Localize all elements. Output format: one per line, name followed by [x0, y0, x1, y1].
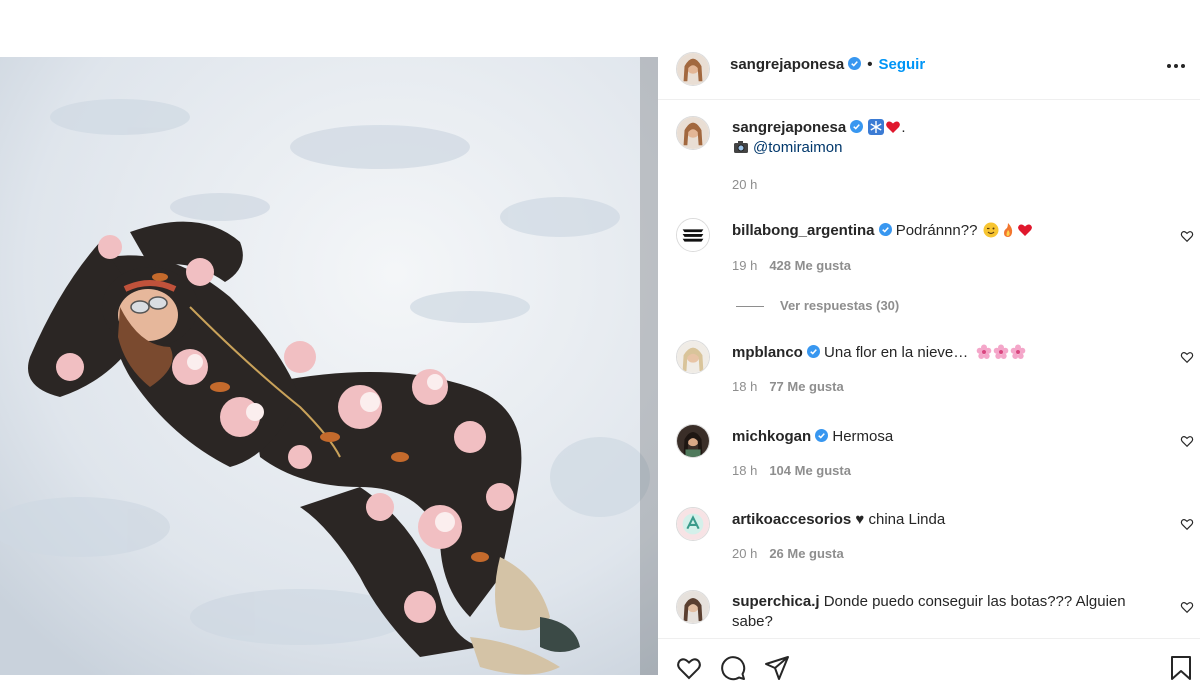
- comment-avatar[interactable]: [676, 340, 710, 374]
- more-options-icon[interactable]: [1166, 62, 1186, 70]
- winking-face-icon: [983, 222, 999, 238]
- verified-badge-icon: [848, 57, 862, 70]
- caption-avatar[interactable]: [676, 116, 710, 150]
- heart-icon[interactable]: [1180, 517, 1194, 531]
- cherry-blossom-icon: [994, 344, 1009, 359]
- heart-icon[interactable]: [1180, 434, 1194, 448]
- caption-text: sangrejaponesa . @tomiraimon: [732, 118, 1162, 158]
- comment-text: superchica.j Donde puedo conseguir las b…: [732, 592, 1152, 632]
- author-avatar[interactable]: [676, 52, 710, 86]
- comment-body: Hermosa: [832, 428, 894, 445]
- comment-username[interactable]: mpblanco: [732, 344, 803, 361]
- comment-text: michkogan Hermosa: [732, 427, 1162, 447]
- bookmark-icon[interactable]: [1168, 655, 1194, 681]
- comment-username[interactable]: billabong_argentina: [732, 222, 875, 239]
- caption-username[interactable]: sangrejaponesa: [732, 119, 846, 136]
- header-user-line: sangrejaponesa • Seguir: [730, 56, 925, 73]
- heart-icon[interactable]: [1180, 229, 1194, 243]
- post-photo[interactable]: [0, 57, 658, 675]
- comment-meta: 20 h 26 Me gusta: [732, 546, 844, 561]
- comment-likes[interactable]: 428 Me gusta: [769, 258, 851, 273]
- comment-time[interactable]: 18 h: [732, 379, 757, 394]
- red-heart-icon: [886, 121, 901, 133]
- comment-body: ♥ china Linda: [855, 511, 946, 528]
- comment-avatar[interactable]: [676, 590, 710, 624]
- cherry-blossom-icon: [977, 344, 992, 359]
- heart-icon[interactable]: [676, 655, 702, 681]
- comment-time[interactable]: 19 h: [732, 258, 757, 273]
- comment-username[interactable]: superchica.j: [732, 593, 820, 610]
- snowflake-icon: [868, 119, 885, 135]
- comment-avatar[interactable]: [676, 507, 710, 541]
- post-header: sangrejaponesa • Seguir: [658, 40, 1200, 100]
- comment-icon[interactable]: [720, 655, 746, 681]
- red-heart-icon: [1017, 224, 1032, 236]
- comment-text: mpblanco Una flor en la nieve…: [732, 343, 1162, 363]
- dot-separator: •: [867, 56, 873, 73]
- verified-badge-icon: [806, 345, 820, 358]
- comment-body: Podránnn??: [895, 222, 978, 239]
- comment-avatar[interactable]: [676, 218, 710, 252]
- comment-text: artikoaccesorios ♥ china Linda: [732, 510, 1162, 530]
- caption-period: .: [901, 119, 906, 136]
- post-sidebar: sangrejaponesa • Seguir sangrejaponesa . @…: [658, 40, 1200, 681]
- credit-mention[interactable]: @tomiraimon: [753, 139, 842, 156]
- heart-icon[interactable]: [1180, 350, 1194, 364]
- follow-button[interactable]: Seguir: [878, 56, 925, 73]
- comment-meta: 19 h 428 Me gusta: [732, 258, 851, 273]
- author-username[interactable]: sangrejaponesa: [730, 56, 844, 73]
- camera-icon: [734, 141, 748, 153]
- share-icon[interactable]: [764, 655, 790, 681]
- verified-badge-icon: [878, 223, 892, 236]
- comment-body: Una flor en la nieve…: [824, 344, 969, 361]
- comment-username[interactable]: artikoaccesorios: [732, 511, 851, 528]
- heart-icon[interactable]: [1180, 600, 1194, 614]
- comment-avatar[interactable]: [676, 424, 710, 458]
- comment-time[interactable]: 18 h: [732, 463, 757, 478]
- comment-meta: 18 h 77 Me gusta: [732, 379, 844, 394]
- verified-badge-icon: [850, 120, 864, 133]
- caption-time[interactable]: 20 h: [732, 177, 757, 192]
- replies-divider-line: [736, 306, 764, 308]
- view-replies-button[interactable]: Ver respuestas (30): [736, 298, 899, 313]
- comment-username[interactable]: michkogan: [732, 428, 811, 445]
- comment-likes[interactable]: 26 Me gusta: [769, 546, 843, 561]
- fire-icon: [1003, 223, 1012, 237]
- post-action-bar: [658, 638, 1200, 681]
- comment-text: billabong_argentina Podránnn??: [732, 221, 1162, 241]
- comment-meta: 18 h 104 Me gusta: [732, 463, 851, 478]
- snow-photo-image: [0, 57, 658, 675]
- cherry-blossom-icon: [1011, 344, 1026, 359]
- view-replies-label: Ver respuestas (30): [780, 298, 900, 313]
- comment-likes[interactable]: 104 Me gusta: [769, 463, 851, 478]
- comment-likes[interactable]: 77 Me gusta: [769, 379, 843, 394]
- verified-badge-icon: [815, 429, 829, 442]
- comment-time[interactable]: 20 h: [732, 546, 757, 561]
